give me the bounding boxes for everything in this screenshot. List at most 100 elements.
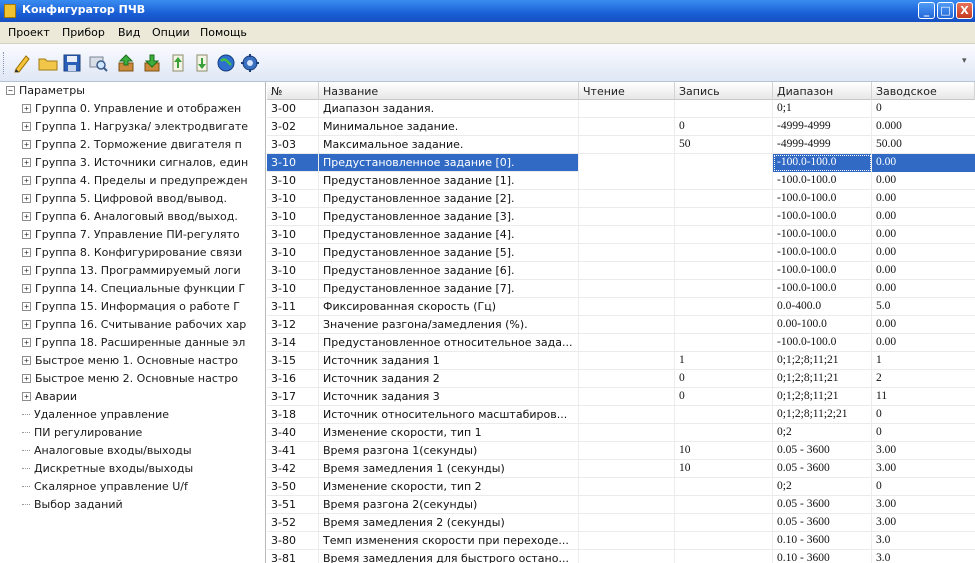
param-write-cell[interactable] bbox=[675, 244, 773, 262]
tree-item-group-3[interactable]: + Группа 3. Источники сигналов, един bbox=[22, 156, 248, 174]
tree-item-group-10[interactable]: + Группа 14. Специальные функции Г bbox=[22, 282, 245, 300]
table-row[interactable]: 3-03 Максимальное задание. 50 -4999-4999 50.… bbox=[267, 136, 975, 154]
param-write-cell[interactable] bbox=[675, 532, 773, 550]
menu-project[interactable]: Проект bbox=[8, 26, 50, 39]
param-write-cell[interactable] bbox=[675, 226, 773, 244]
menu-device[interactable]: Прибор bbox=[62, 26, 105, 39]
upload-icon[interactable] bbox=[116, 53, 136, 73]
tree-item-leaf-1[interactable]: ПИ регулирование bbox=[22, 426, 142, 444]
param-write-cell[interactable] bbox=[675, 316, 773, 334]
table-row[interactable]: 3-10 Предустановленное задание [1]. -100.0… bbox=[267, 172, 975, 190]
param-write-cell[interactable]: 1 bbox=[675, 352, 773, 370]
toolbar-grip[interactable] bbox=[3, 52, 6, 74]
table-row[interactable]: 3-41 Время разгона 1(секунды) 10 0.05 - 360… bbox=[267, 442, 975, 460]
table-row[interactable]: 3-11 Фиксированная скорость (Гц) 0.0-400.0… bbox=[267, 298, 975, 316]
tree-item-leaf-2[interactable]: Аналоговые входы/выходы bbox=[22, 444, 192, 462]
expand-icon[interactable]: + bbox=[22, 104, 31, 113]
move-up-icon[interactable] bbox=[168, 53, 188, 73]
param-write-cell[interactable] bbox=[675, 478, 773, 496]
table-row[interactable]: 3-80 Темп изменения скорости при переходе… bbox=[267, 532, 975, 550]
tree-item-group-1[interactable]: + Группа 1. Нагрузка/ электродвигате bbox=[22, 120, 248, 138]
expand-icon[interactable]: + bbox=[22, 392, 31, 401]
table-row[interactable]: 3-10 Предустановленное задание [6]. -100.0… bbox=[267, 262, 975, 280]
table-row[interactable]: 3-17 Источник задания 3 0 0;1;2;8;11;21 11 bbox=[267, 388, 975, 406]
table-row[interactable]: 3-52 Время замедления 2 (секунды) 0.05 - 3… bbox=[267, 514, 975, 532]
tree-item-group-16[interactable]: + Аварии bbox=[22, 390, 77, 408]
param-write-cell[interactable]: 50 bbox=[675, 136, 773, 154]
close-button[interactable]: X bbox=[956, 2, 973, 19]
param-write-cell[interactable] bbox=[675, 190, 773, 208]
save-icon[interactable] bbox=[62, 53, 82, 73]
table-row[interactable]: 3-00 Диапазон задания. 0;1 0 bbox=[267, 100, 975, 118]
expand-icon[interactable]: + bbox=[22, 302, 31, 311]
param-write-cell[interactable] bbox=[675, 514, 773, 532]
param-write-cell[interactable] bbox=[675, 208, 773, 226]
param-write-cell[interactable] bbox=[675, 496, 773, 514]
param-write-cell[interactable] bbox=[675, 154, 773, 172]
table-row[interactable]: 3-10 Предустановленное задание [0]. -100.0… bbox=[267, 154, 975, 172]
expand-icon[interactable]: + bbox=[22, 176, 31, 185]
menu-options[interactable]: Опции bbox=[152, 26, 190, 39]
param-write-cell[interactable] bbox=[675, 298, 773, 316]
toolbar-overflow-icon[interactable]: ▾ bbox=[962, 56, 967, 66]
param-write-cell[interactable] bbox=[675, 550, 773, 563]
param-write-cell[interactable]: 0 bbox=[675, 370, 773, 388]
tree-item-leaf-0[interactable]: Удаленное управление bbox=[22, 408, 169, 426]
search-device-icon[interactable] bbox=[88, 53, 108, 73]
menu-help[interactable]: Помощь bbox=[200, 26, 247, 39]
table-row[interactable]: 3-16 Источник задания 2 0 0;1;2;8;11;21 2 bbox=[267, 370, 975, 388]
download-icon[interactable] bbox=[142, 53, 162, 73]
table-row[interactable]: 3-15 Источник задания 1 1 0;1;2;8;11;21 1 bbox=[267, 352, 975, 370]
expand-icon[interactable]: + bbox=[22, 140, 31, 149]
table-row[interactable]: 3-40 Изменение скорости, тип 1 0;2 0 bbox=[267, 424, 975, 442]
param-write-cell[interactable] bbox=[675, 334, 773, 352]
settings-gear-icon[interactable] bbox=[240, 53, 260, 73]
tree-item-group-12[interactable]: + Группа 16. Считывание рабочих хар bbox=[22, 318, 246, 336]
column-range[interactable]: Диапазон bbox=[773, 82, 872, 100]
table-row[interactable]: 3-10 Предустановленное задание [2]. -100.0… bbox=[267, 190, 975, 208]
table-row[interactable]: 3-10 Предустановленное задание [4]. -100.0… bbox=[267, 226, 975, 244]
expand-icon[interactable]: + bbox=[22, 356, 31, 365]
new-file-icon[interactable] bbox=[12, 53, 32, 73]
expand-icon[interactable]: + bbox=[22, 158, 31, 167]
tree-item-group-0[interactable]: + Группа 0. Управление и отображен bbox=[22, 102, 241, 120]
open-folder-icon[interactable] bbox=[38, 53, 58, 73]
tree-item-group-8[interactable]: + Группа 8. Конфигурирование связи bbox=[22, 246, 242, 264]
move-down-icon[interactable] bbox=[192, 53, 212, 73]
expand-icon[interactable]: + bbox=[22, 194, 31, 203]
tree-root-parameters[interactable]: − Параметры bbox=[6, 84, 85, 102]
tree-item-leaf-4[interactable]: Скалярное управление U/f bbox=[22, 480, 188, 498]
collapse-icon[interactable]: − bbox=[6, 86, 15, 95]
table-row[interactable]: 3-10 Предустановленное задание [3]. -100.0… bbox=[267, 208, 975, 226]
tree-item-group-7[interactable]: + Группа 7. Управление ПИ-регулято bbox=[22, 228, 240, 246]
expand-icon[interactable]: + bbox=[22, 248, 31, 257]
column-write[interactable]: Запись bbox=[675, 82, 773, 100]
minimize-button[interactable]: _ bbox=[918, 2, 935, 19]
expand-icon[interactable]: + bbox=[22, 320, 31, 329]
table-row[interactable]: 3-18 Источник относительного масштабиров.… bbox=[267, 406, 975, 424]
maximize-button[interactable]: □ bbox=[937, 2, 954, 19]
expand-icon[interactable]: + bbox=[22, 266, 31, 275]
param-write-cell[interactable] bbox=[675, 262, 773, 280]
tree-item-group-15[interactable]: + Быстрое меню 2. Основные настро bbox=[22, 372, 238, 390]
column-number[interactable]: № bbox=[267, 82, 319, 100]
tree-item-group-6[interactable]: + Группа 6. Аналоговый ввод/выход. bbox=[22, 210, 238, 228]
globe-icon[interactable] bbox=[216, 53, 236, 73]
menu-view[interactable]: Вид bbox=[118, 26, 140, 39]
param-write-cell[interactable] bbox=[675, 100, 773, 118]
expand-icon[interactable]: + bbox=[22, 374, 31, 383]
param-write-cell[interactable] bbox=[675, 172, 773, 190]
expand-icon[interactable]: + bbox=[22, 284, 31, 293]
param-write-cell[interactable] bbox=[675, 280, 773, 298]
table-row[interactable]: 3-10 Предустановленное задание [5]. -100.0… bbox=[267, 244, 975, 262]
column-name[interactable]: Название bbox=[319, 82, 579, 100]
tree-item-leaf-3[interactable]: Дискретные входы/выходы bbox=[22, 462, 193, 480]
column-read[interactable]: Чтение bbox=[579, 82, 675, 100]
param-write-cell[interactable]: 10 bbox=[675, 442, 773, 460]
param-write-cell[interactable]: 10 bbox=[675, 460, 773, 478]
tree-item-group-13[interactable]: + Группа 18. Расширенные данные эл bbox=[22, 336, 245, 354]
table-row[interactable]: 3-81 Время замедления для быстрого остано… bbox=[267, 550, 975, 563]
expand-icon[interactable]: + bbox=[22, 338, 31, 347]
table-row[interactable]: 3-02 Минимальное задание. 0 -4999-4999 0.000 bbox=[267, 118, 975, 136]
param-write-cell[interactable] bbox=[675, 406, 773, 424]
